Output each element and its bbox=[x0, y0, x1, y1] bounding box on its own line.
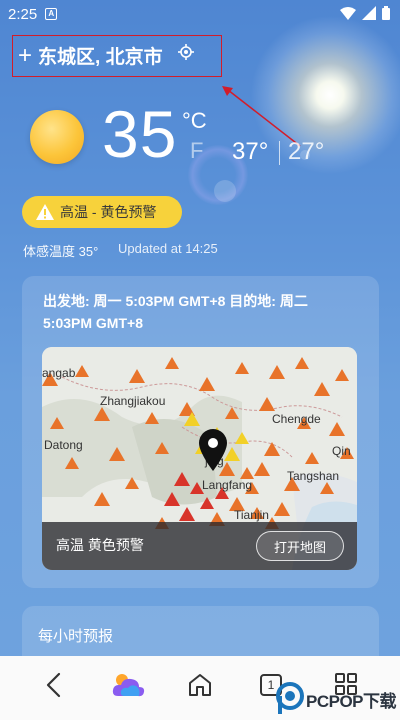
updated-time: Updated at 14:25 bbox=[118, 241, 218, 256]
map-city-label: Tangshan bbox=[287, 469, 339, 483]
alert-card-text: 出发地: 周一 5:03PM GMT+8 目的地: 周二 5:03PM GMT+… bbox=[43, 293, 308, 331]
hourly-forecast-title: 每小时预报 bbox=[38, 628, 114, 645]
map-city-label: Langfang bbox=[202, 478, 252, 492]
alert-map[interactable]: angab Zhangjiakou Chengde Datong jing Qi… bbox=[42, 347, 357, 570]
map-city-label: angab bbox=[42, 366, 76, 380]
map-city-label: Datong bbox=[44, 438, 83, 452]
status-bar: 2:25 A bbox=[0, 0, 400, 28]
pcpop-logo-icon bbox=[276, 682, 304, 714]
current-temperature: 35 bbox=[102, 97, 178, 171]
low-temperature: 27° bbox=[288, 138, 325, 165]
high-temperature: 37° bbox=[232, 138, 269, 165]
map-warning-label: 高温 黄色预警 bbox=[56, 537, 144, 553]
locate-icon[interactable] bbox=[178, 44, 194, 60]
notification-icon: A bbox=[45, 8, 58, 20]
lens-flare-dot bbox=[214, 180, 236, 202]
signal-icon bbox=[362, 6, 376, 20]
pcpop-watermark: PCPOP下载 bbox=[276, 682, 397, 716]
heat-warning-badge[interactable]: 高温 - 黄色预警 bbox=[22, 196, 182, 228]
location-name: 东城区, 北京市 bbox=[38, 47, 163, 68]
unit-celsius[interactable]: °C bbox=[182, 108, 207, 134]
feels-like: 体感温度 35° bbox=[23, 244, 99, 259]
sunny-icon bbox=[30, 110, 84, 164]
tab-count: 1 bbox=[267, 678, 275, 692]
add-location-icon[interactable]: + bbox=[18, 43, 32, 67]
location-selector[interactable]: + 东城区, 北京市 bbox=[18, 42, 163, 69]
watermark-text: PCPOP下载 bbox=[306, 691, 397, 711]
status-icons bbox=[340, 6, 390, 20]
map-city-label: Qin bbox=[332, 444, 351, 458]
weather-app-icon[interactable] bbox=[110, 670, 146, 700]
status-time: 2:25 bbox=[8, 5, 38, 23]
warning-icon bbox=[36, 204, 54, 220]
temp-divider bbox=[279, 141, 280, 165]
back-icon[interactable] bbox=[44, 672, 64, 698]
wifi-icon bbox=[340, 6, 356, 20]
map-city-label: Chengde bbox=[272, 412, 321, 426]
warning-text: 高温 - 黄色预警 bbox=[60, 204, 157, 220]
unit-fahrenheit[interactable]: F bbox=[190, 138, 203, 164]
map-city-label: Tianjin bbox=[234, 508, 269, 522]
open-map-button[interactable]: 打开地图 bbox=[256, 531, 344, 561]
battery-icon bbox=[382, 6, 390, 20]
home-icon[interactable] bbox=[187, 672, 213, 698]
map-city-label: Zhangjiakou bbox=[100, 394, 165, 408]
sun-flare bbox=[250, 15, 400, 175]
